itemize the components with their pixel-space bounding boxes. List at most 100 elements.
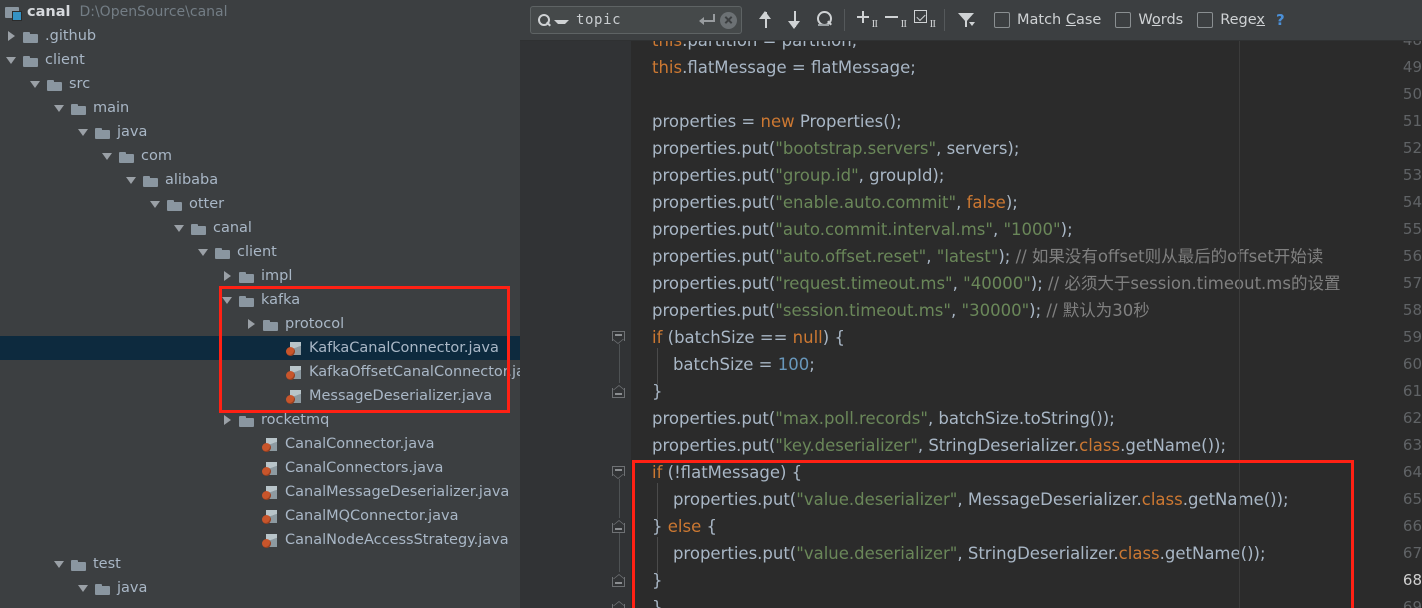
words-option[interactable]: Words [1115,12,1183,28]
tree-node-label: CanalNodeAccessStrategy.java [285,532,509,548]
chevron-down-icon[interactable] [52,556,68,572]
tree-folder-row[interactable]: com [0,144,520,168]
code-token: "40000" [963,274,1031,293]
search-input-value[interactable]: topic [576,12,699,28]
tree-folder-row[interactable]: .github [0,24,520,48]
clear-search-icon[interactable] [720,11,737,29]
tree-file-row[interactable]: KafkaOffsetCanalConnector.java [0,360,520,384]
code-line[interactable]: batchSize = 100; [631,351,815,378]
tree-node-label: src [69,76,91,92]
tree-folder-row[interactable]: test [0,552,520,576]
java-file-icon [286,364,304,380]
code-line[interactable]: properties.put("value.deserializer", Mes… [631,486,1289,513]
tree-folder-row[interactable]: java [0,120,520,144]
match-case-option[interactable]: Match Case [994,12,1101,28]
code-line[interactable]: } [631,594,663,608]
tree-file-row[interactable]: CanalConnectors.java [0,456,520,480]
tree-file-row[interactable]: CanalMQConnector.java [0,504,520,528]
chevron-down-icon[interactable] [100,148,116,164]
tree-folder-row[interactable]: impl [0,264,520,288]
project-name: canal [27,4,71,20]
code-line[interactable]: properties.put("max.poll.records", batch… [631,405,1115,432]
select-all-occurrences-button[interactable]: II [909,5,938,35]
find-toolbar[interactable]: topic II II II Match Case Words Regex ? [520,0,1422,41]
tree-folder-row[interactable]: main [0,96,520,120]
tree-folder-row[interactable]: java [0,576,520,600]
match-case-checkbox[interactable] [994,12,1010,28]
code-line[interactable]: if (batchSize == null) { [631,324,845,351]
chevron-down-icon[interactable] [28,76,44,92]
tree-folder-row[interactable]: client [0,240,520,264]
project-tree-panel[interactable]: canal D:\OpenSource\canal .github client src… [0,0,520,608]
chevron-down-icon[interactable] [554,19,569,24]
tree-folder-row[interactable]: src [0,72,520,96]
regex-checkbox[interactable] [1197,12,1214,28]
code-line[interactable]: properties.put("enable.auto.commit", fal… [631,189,1018,216]
code-line[interactable]: if (!flatMessage) { [631,459,802,486]
tree-file-row[interactable]: KafkaCanalConnector.java [0,336,520,360]
chevron-down-icon[interactable] [220,292,236,308]
chevron-down-icon[interactable] [4,52,20,68]
chevron-down-icon[interactable] [76,580,92,596]
tree-folder-row[interactable]: otter [0,192,520,216]
code-text-area[interactable]: this.partition = partition; this.flatMes… [631,41,1422,608]
tree-folder-row[interactable]: alibaba [0,168,520,192]
tree-file-row[interactable]: CanalNodeAccessStrategy.java [0,528,520,552]
code-line[interactable]: properties.put("auto.offset.reset", "lat… [631,243,1323,270]
regex-option[interactable]: Regex [1197,12,1265,28]
find-next-button[interactable] [780,5,809,35]
find-all-button[interactable] [809,5,838,35]
tree-folder-row[interactable]: canal [0,216,520,240]
project-tree[interactable]: canal D:\OpenSource\canal .github client src… [0,0,520,600]
find-previous-button[interactable] [751,5,780,35]
no-arrow-icon [244,460,260,476]
code-line[interactable]: properties.put("request.timeout.ms", "40… [631,270,1340,297]
filter-funnel-button[interactable] [951,5,980,35]
chevron-right-icon[interactable] [244,316,260,332]
words-label: Words [1138,12,1184,28]
tree-file-row[interactable]: MessageDeserializer.java [0,384,520,408]
code-line[interactable]: properties.put("value.deserializer", Str… [631,540,1266,567]
code-line[interactable]: properties = new Properties(); [631,108,902,135]
chevron-down-icon[interactable] [52,100,68,116]
code-line[interactable]: } else { [631,513,717,540]
code-line[interactable]: properties.put("bootstrap.servers", serv… [631,135,1019,162]
tree-folder-row[interactable]: kafka [0,288,520,312]
chevron-right-icon[interactable] [220,268,236,284]
tree-file-row[interactable]: CanalConnector.java [0,432,520,456]
fold-marker-icon[interactable] [611,331,625,344]
chevron-right-icon[interactable] [220,412,236,428]
chevron-right-icon[interactable] [4,28,20,44]
code-line[interactable]: properties.put("group.id", groupId); [631,162,944,189]
folder-icon [214,244,232,260]
chevron-down-icon[interactable] [196,244,212,260]
chevron-down-icon[interactable] [124,172,140,188]
code-line[interactable]: this.flatMessage = flatMessage; [631,54,916,81]
tree-folder-row[interactable]: client [0,48,520,72]
folder-icon [70,556,88,572]
remove-selection-button[interactable]: II [880,5,909,35]
code-line[interactable]: properties.put("session.timeout.ms", "30… [631,297,1150,324]
code-token: class [1141,490,1183,509]
chevron-down-icon[interactable] [172,220,188,236]
tree-file-row[interactable]: CanalMessageDeserializer.java [0,480,520,504]
fold-marker-icon[interactable] [612,385,626,398]
add-selection-button[interactable]: II [851,5,880,35]
code-line[interactable]: properties.put("key.deserializer", Strin… [631,432,1226,459]
code-line[interactable]: this.partition = partition; [631,41,857,54]
words-checkbox[interactable] [1115,12,1132,28]
fold-marker-icon[interactable] [612,520,626,533]
chevron-down-icon[interactable] [148,196,164,212]
fold-marker-icon[interactable] [611,466,625,479]
fold-marker-icon[interactable] [612,574,626,587]
chevron-down-icon[interactable] [76,124,92,140]
search-input[interactable]: topic [530,6,742,34]
tree-folder-row[interactable]: rocketmq [0,408,520,432]
help-link[interactable]: ? [1276,11,1285,29]
tree-folder-row[interactable]: protocol [0,312,520,336]
code-editor[interactable]: 4849505152535455565758596061626364656667… [520,41,1422,608]
editor-gutter[interactable] [520,41,606,608]
fold-marker-icon[interactable] [612,601,626,608]
project-root-row[interactable]: canal D:\OpenSource\canal [0,0,520,24]
code-line[interactable]: properties.put("auto.commit.interval.ms"… [631,216,1073,243]
